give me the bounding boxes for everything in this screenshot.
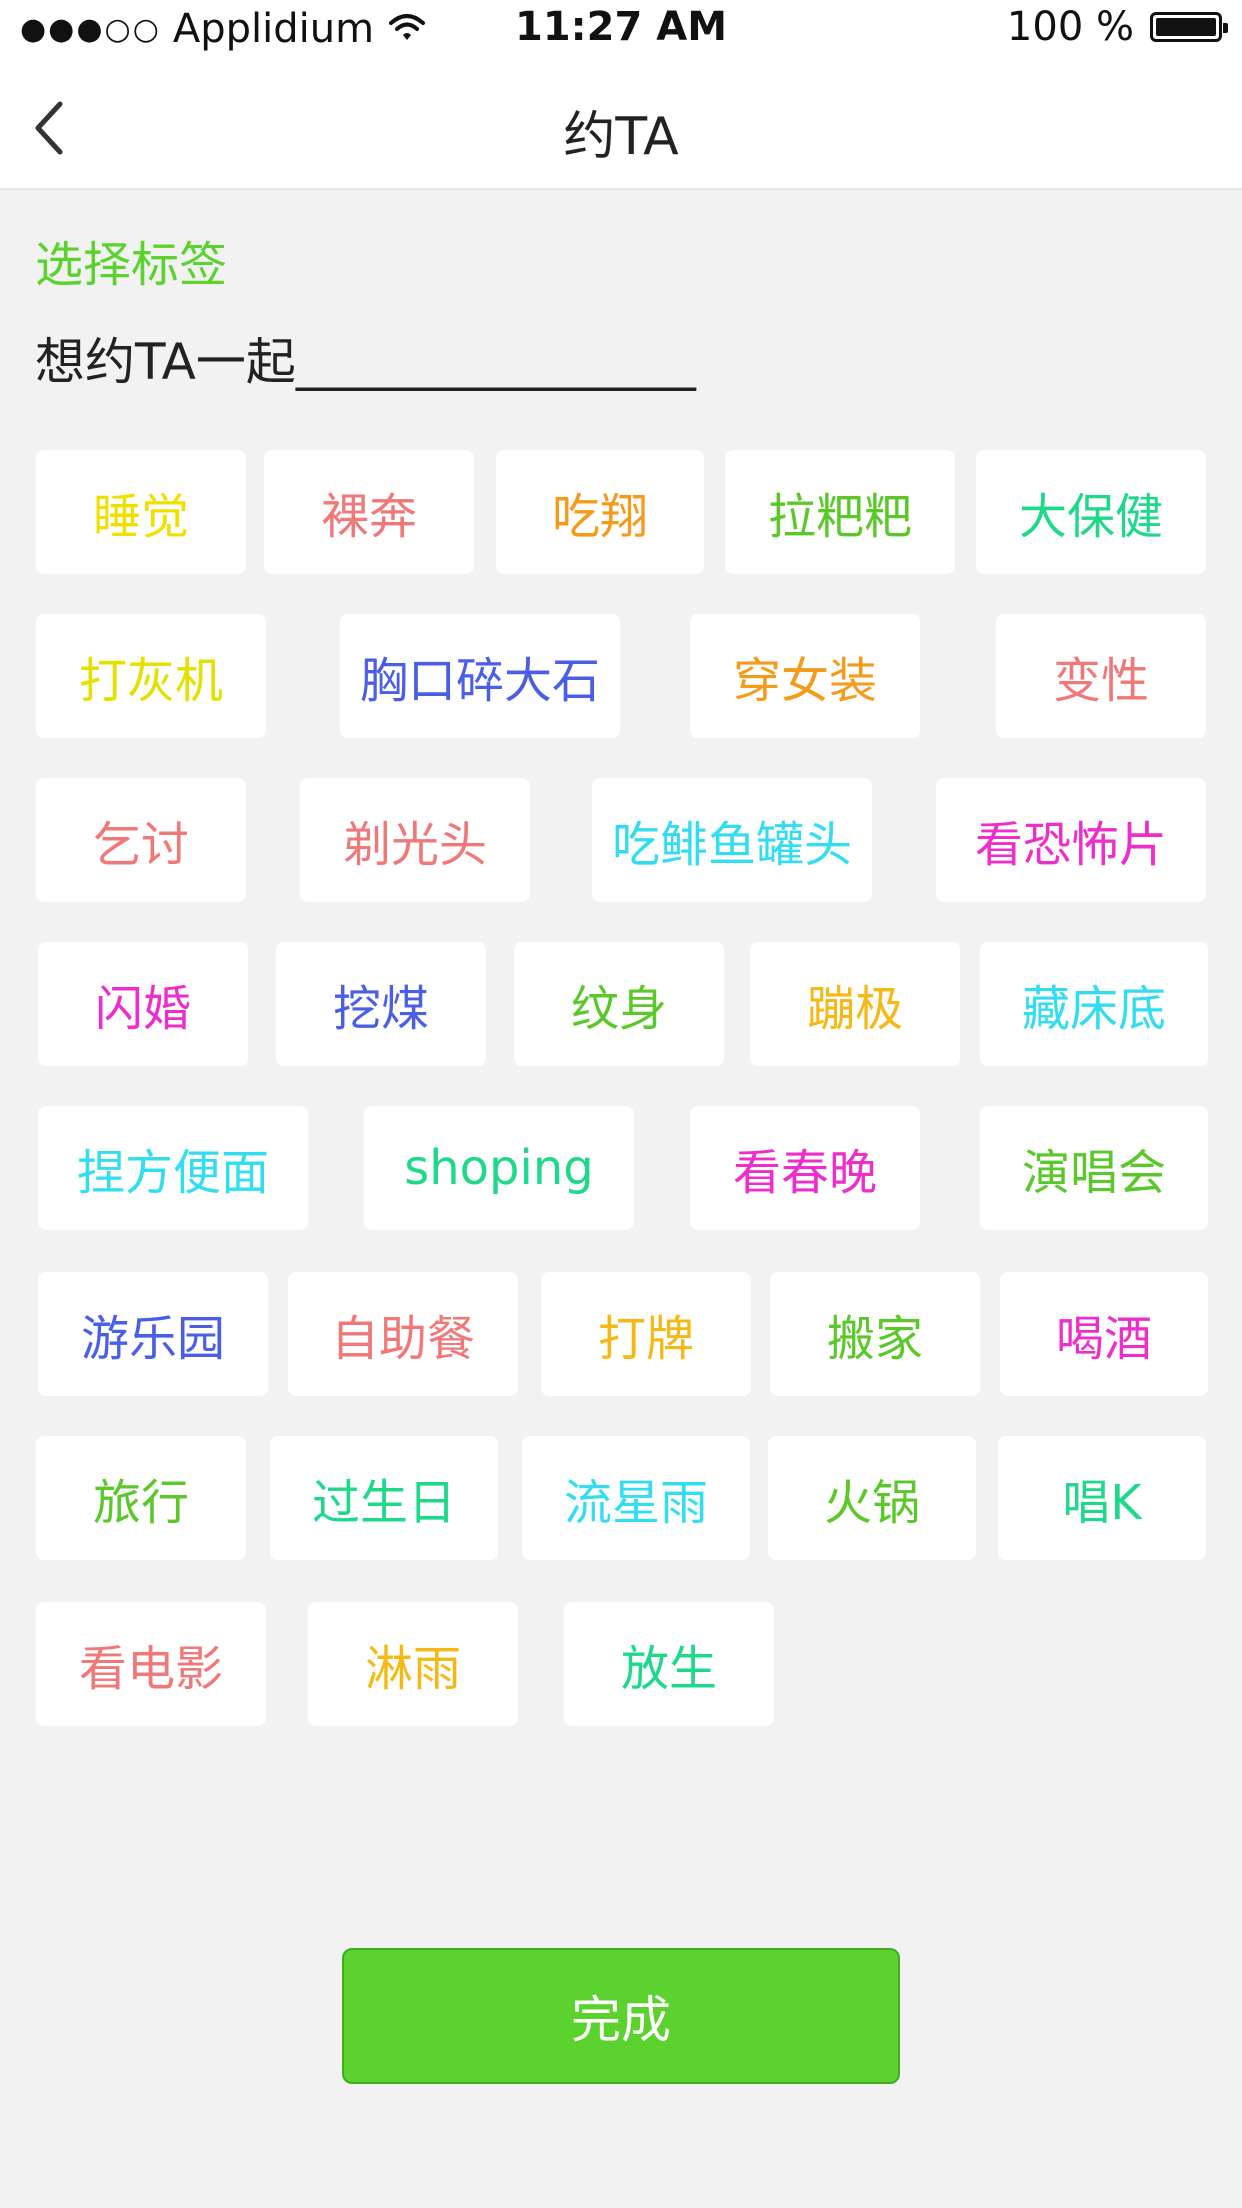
tag-item[interactable]: 穿女装 [690, 614, 920, 738]
tag-item[interactable]: shoping [364, 1106, 634, 1230]
tag-item[interactable]: 捏方便面 [38, 1106, 308, 1230]
prompt-text: 想约TA一起________________ [35, 333, 696, 391]
tag-item[interactable]: 纹身 [514, 942, 724, 1066]
tag-item[interactable]: 演唱会 [980, 1106, 1208, 1230]
tag-item[interactable]: 火锅 [768, 1436, 976, 1560]
tag-item[interactable]: 闪婚 [38, 942, 248, 1066]
tag-item[interactable]: 淋雨 [308, 1602, 518, 1726]
tag-item[interactable]: 吃鲱鱼罐头 [592, 778, 872, 902]
tag-item[interactable]: 旅行 [36, 1436, 246, 1560]
tag-item[interactable]: 游乐园 [38, 1272, 268, 1396]
tag-item[interactable]: 挖煤 [276, 942, 486, 1066]
tag-item[interactable]: 看春晚 [690, 1106, 920, 1230]
tag-item[interactable]: 剃光头 [300, 778, 530, 902]
tag-item[interactable]: 流星雨 [522, 1436, 750, 1560]
tag-item[interactable]: 睡觉 [36, 450, 246, 574]
tag-item[interactable]: 过生日 [270, 1436, 498, 1560]
battery-icon [1150, 12, 1228, 42]
tag-item[interactable]: 胸口碎大石 [340, 614, 620, 738]
tag-item[interactable]: 打牌 [541, 1272, 751, 1396]
battery-percentage: 100 % [1006, 4, 1134, 50]
tag-item[interactable]: 藏床底 [980, 942, 1208, 1066]
section-label: 选择标签 [35, 237, 228, 293]
tag-item[interactable]: 大保健 [976, 450, 1206, 574]
status-bar: ●●●○○ Applidium 11:27 AM 100 % [0, 0, 1242, 60]
tag-item[interactable]: 吃翔 [496, 450, 704, 574]
tag-item[interactable]: 看电影 [36, 1602, 266, 1726]
tag-item[interactable]: 看恐怖片 [936, 778, 1206, 902]
tag-item[interactable]: 裸奔 [264, 450, 474, 574]
tag-item[interactable]: 放生 [564, 1602, 774, 1726]
tag-item[interactable]: 打灰机 [36, 614, 266, 738]
tag-item[interactable]: 拉粑粑 [725, 450, 955, 574]
tag-item[interactable]: 乞讨 [36, 778, 246, 902]
tag-item[interactable]: 自助餐 [288, 1272, 518, 1396]
tag-item[interactable]: 变性 [996, 614, 1206, 738]
tag-item[interactable]: 搬家 [770, 1272, 980, 1396]
tag-item[interactable]: 蹦极 [750, 942, 960, 1066]
tag-item[interactable]: 唱K [998, 1436, 1206, 1560]
done-button[interactable]: 完成 [342, 1948, 900, 2084]
navigation-bar: 约TA [0, 60, 1242, 190]
tag-item[interactable]: 喝酒 [1000, 1272, 1208, 1396]
page-title: 约TA [563, 107, 679, 167]
